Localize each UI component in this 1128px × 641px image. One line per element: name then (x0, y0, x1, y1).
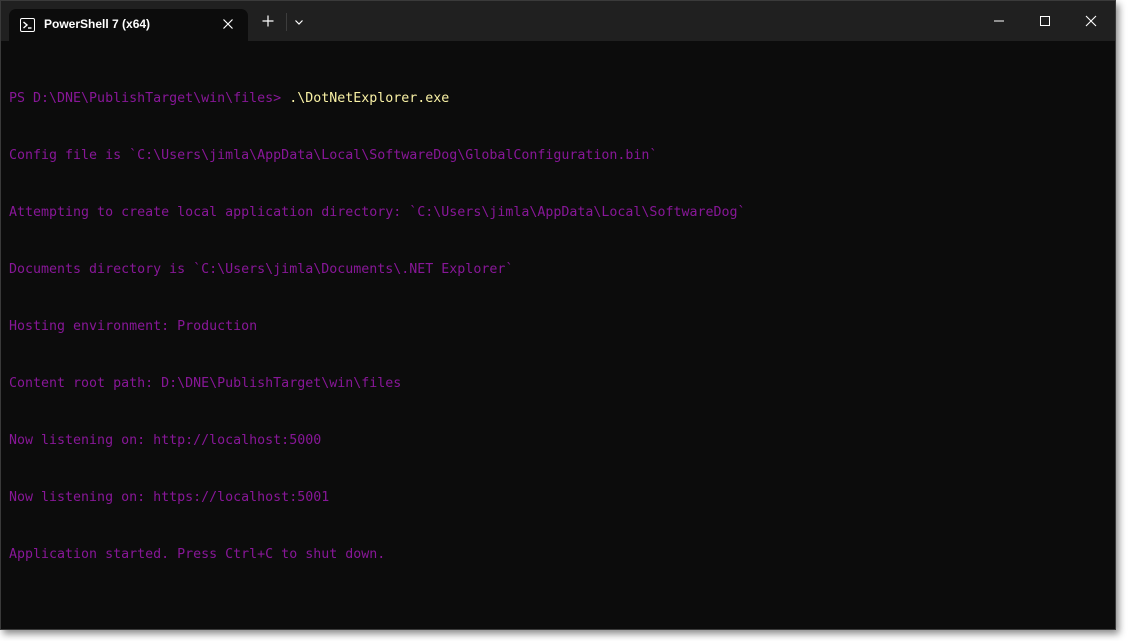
close-icon (1085, 15, 1097, 27)
tab-separator (286, 13, 287, 31)
tab-powershell[interactable]: PowerShell 7 (x64) (9, 9, 248, 41)
minimize-button[interactable] (976, 1, 1022, 41)
output-line: Hosting environment: Production (9, 319, 258, 334)
maximize-button[interactable] (1022, 1, 1068, 41)
minimize-icon (994, 20, 1004, 22)
tab-title: PowerShell 7 (x64) (44, 17, 151, 31)
output-line: Config file is `C:\Users\jimla\AppData\L… (9, 148, 658, 163)
output-line: Documents directory is `C:\Users\jimla\D… (9, 262, 514, 277)
output-line: Now listening on: http://localhost:5000 (9, 433, 322, 448)
command-line: PS D:\DNE\PublishTarget\win\files> .\Dot… (9, 89, 746, 108)
command: .\DotNetExplorer.exe (289, 91, 450, 106)
powershell-icon (20, 18, 35, 32)
prompt: PS D:\DNE\PublishTarget\win\files> (9, 91, 290, 106)
close-window-button[interactable] (1068, 1, 1114, 41)
plus-icon[interactable] (261, 14, 275, 28)
output-line: Content root path: D:\DNE\PublishTarget\… (9, 376, 402, 391)
chevron-down-icon[interactable] (293, 16, 305, 28)
title-bar: PowerShell 7 (x64) (1, 1, 1115, 41)
output-line: Now listening on: https://localhost:5001 (9, 490, 330, 505)
terminal-output[interactable]: PS D:\DNE\PublishTarget\win\files> .\Dot… (9, 51, 746, 602)
terminal-window: PowerShell 7 (x64) PS D:\DNE\PublishTarg… (0, 0, 1116, 630)
maximize-icon (1040, 16, 1050, 26)
close-icon[interactable] (220, 16, 236, 32)
output-line: Application started. Press Ctrl+C to shu… (9, 547, 386, 562)
output-line: Attempting to create local application d… (9, 205, 746, 220)
